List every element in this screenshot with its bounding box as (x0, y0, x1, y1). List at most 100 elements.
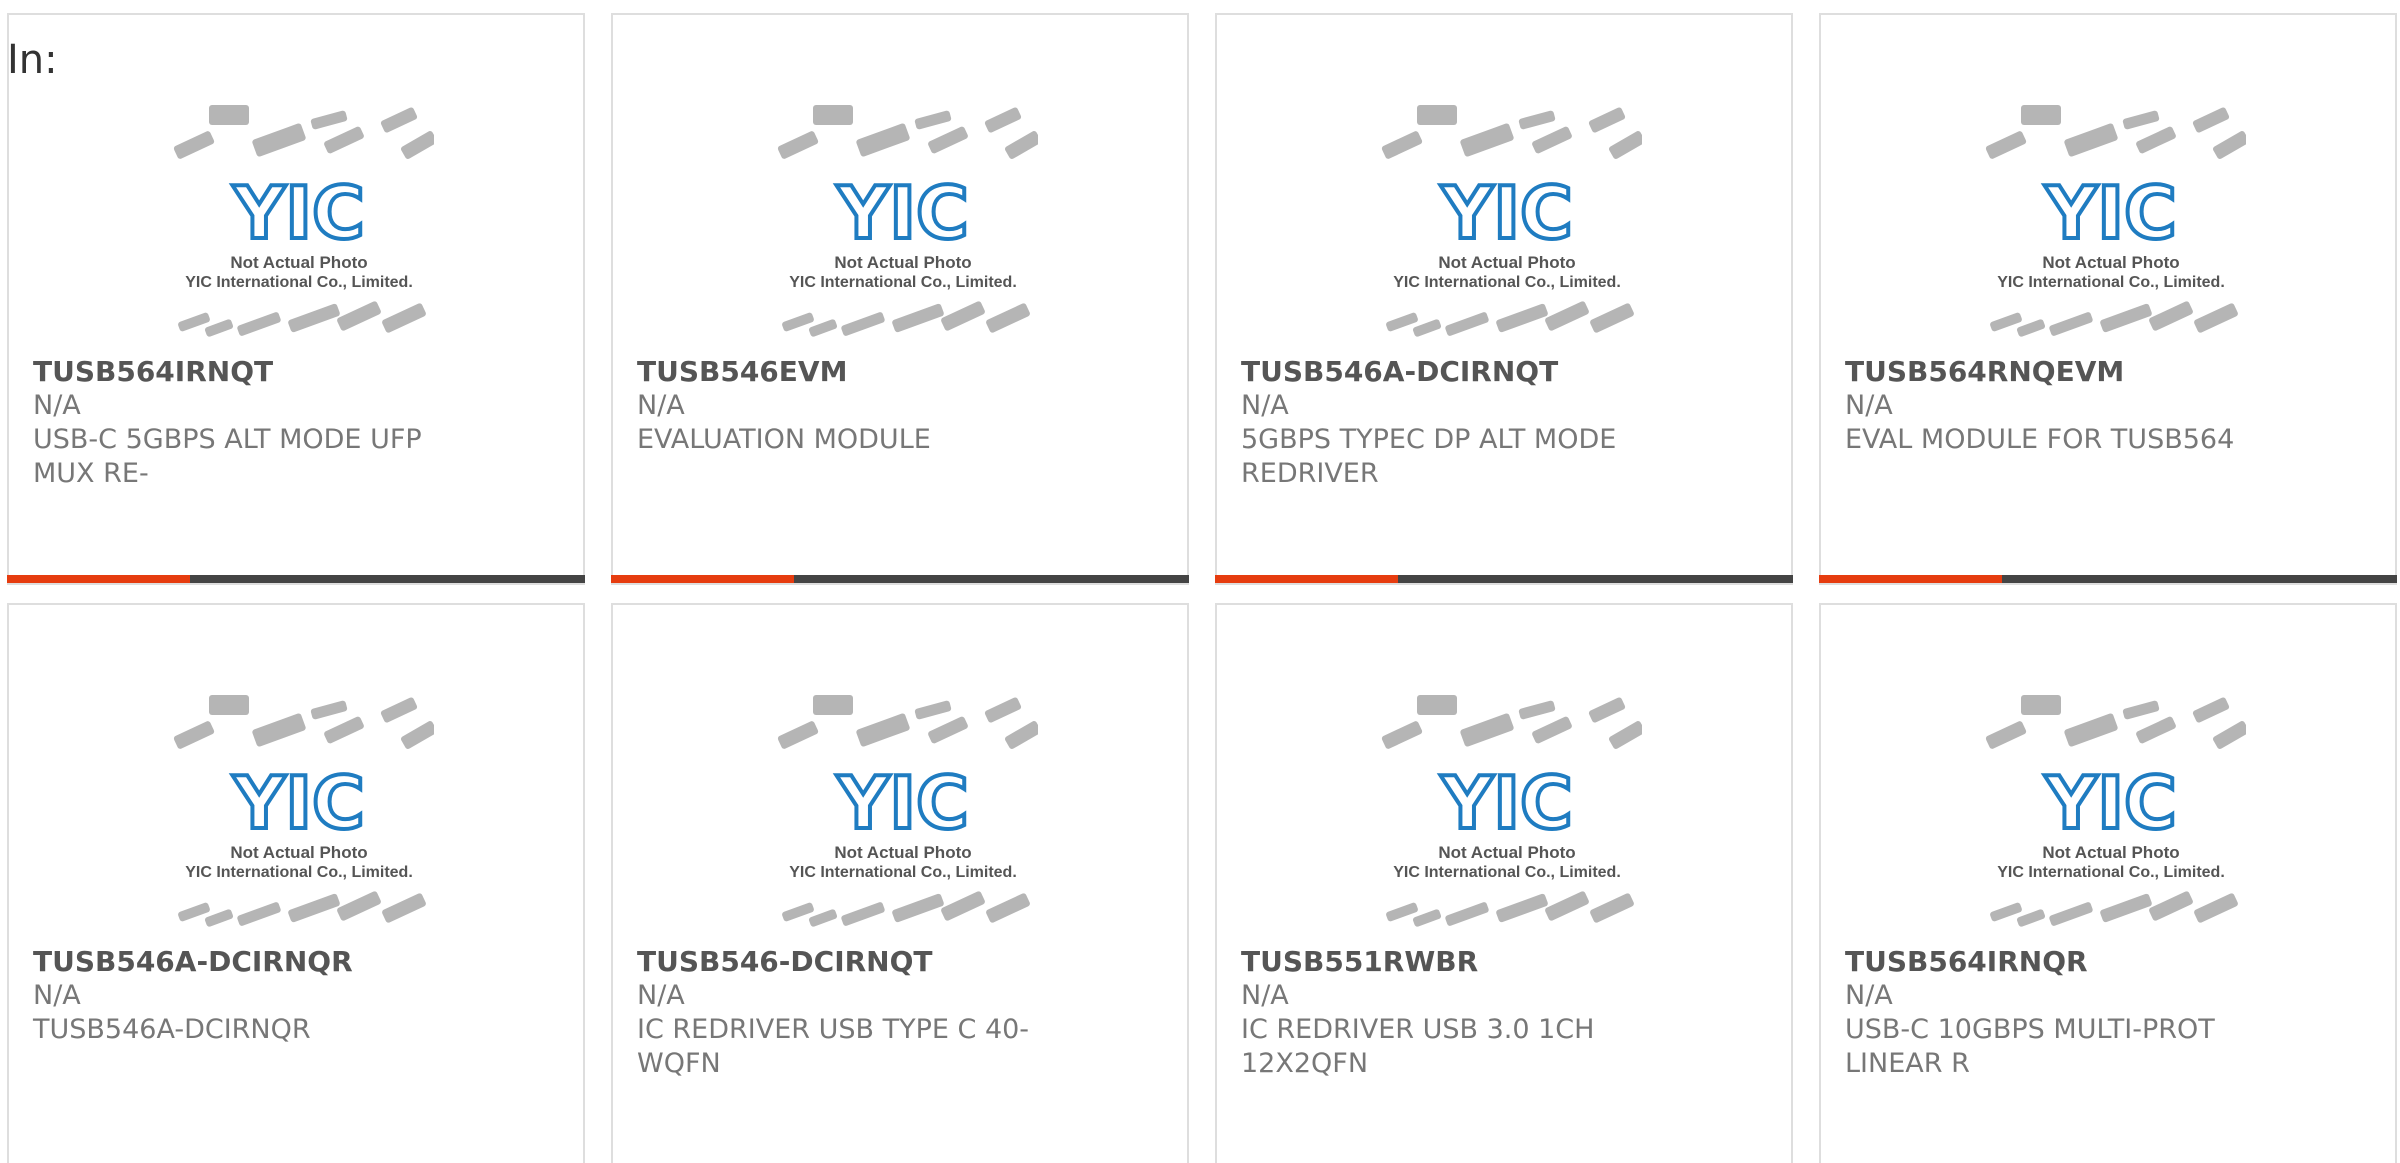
manufacturer: N/A (1845, 980, 1893, 1011)
placeholder-image: YICNot Actual Photo YIC International Co.… (1985, 695, 2246, 927)
chip-icon (892, 303, 944, 333)
chip-icon (252, 713, 306, 747)
chip-icon (1005, 721, 1038, 749)
placeholder-image: YICNot Actual Photo YIC International Co.… (173, 695, 434, 927)
chip-icon (813, 695, 853, 715)
chip-icon (2136, 716, 2176, 744)
product-photo: YIC Not Actual Photo YIC International Co.… (1976, 690, 2246, 940)
product-info: TUSB546A-DCIRNQR N/A TUSB546A-DCIRNQR (33, 945, 473, 1047)
product-photo: YIC Not Actual Photo YIC International Co.… (768, 100, 1038, 350)
chip-icon (1381, 721, 1423, 749)
chip-icon (1417, 105, 1457, 125)
chip-icon (941, 891, 985, 921)
chip-icon (310, 700, 348, 720)
chip-icon (856, 123, 910, 157)
card-footer-bar (611, 575, 1189, 583)
product-card[interactable]: YIC Not Actual Photo YIC International Co.… (7, 13, 585, 585)
product-info: TUSB564IRNQT N/A USB-C 5GBPS ALT MODE UF… (33, 355, 473, 491)
not-actual-photo-text: Not Actual Photo (230, 843, 367, 862)
product-description: 5GBPS TYPEC DP ALT MODE REDRIVER (1241, 424, 1617, 489)
product-description: IC REDRIVER USB 3.0 1CH 12X2QFN (1241, 1014, 1595, 1079)
manufacturer: N/A (33, 980, 81, 1011)
chip-icon (928, 716, 968, 744)
chip-icon (2213, 721, 2246, 749)
yic-logo: YIC (232, 761, 365, 845)
not-actual-photo-text: Not Actual Photo (1438, 253, 1575, 272)
product-card[interactable]: YIC Not Actual Photo YIC International Co.… (1819, 603, 2397, 1163)
chip-icon (914, 700, 952, 720)
product-card[interactable]: YIC Not Actual Photo YIC International Co.… (7, 603, 585, 1163)
filter-label: In: (7, 37, 58, 83)
chip-icon (209, 695, 249, 715)
chip-icon (1532, 126, 1572, 154)
chip-icon (928, 126, 968, 154)
product-card[interactable]: YIC Not Actual Photo YIC International Co.… (1215, 13, 1793, 585)
product-info: TUSB546EVM N/A EVALUATION MODULE (637, 355, 1077, 457)
chip-icon (382, 893, 426, 923)
product-card[interactable]: YIC Not Actual Photo YIC International Co.… (1215, 603, 1793, 1163)
chip-icon (813, 105, 853, 125)
part-number[interactable]: TUSB551RWBR (1241, 945, 1681, 979)
manufacturer: N/A (1241, 980, 1289, 1011)
yic-logo: YIC (2044, 761, 2177, 845)
not-actual-photo-text: Not Actual Photo (2042, 843, 2179, 862)
yic-logo: YIC (2044, 171, 2177, 255)
chip-icon (288, 303, 340, 333)
chip-icon (1609, 721, 1642, 749)
chip-icon (173, 721, 215, 749)
yic-logo: YIC (836, 171, 969, 255)
chip-icon (2194, 893, 2238, 923)
card-footer-bar (1215, 575, 1793, 583)
part-number[interactable]: TUSB564RNQEVM (1845, 355, 2285, 389)
chip-icon (841, 312, 885, 336)
product-card[interactable]: YIC Not Actual Photo YIC International Co.… (1819, 13, 2397, 585)
product-photo: YIC Not Actual Photo YIC International Co.… (164, 100, 434, 350)
not-actual-photo-text: Not Actual Photo (1438, 843, 1575, 862)
part-number[interactable]: TUSB564IRNQR (1845, 945, 2285, 979)
chip-icon (914, 110, 952, 130)
chip-icon (1545, 301, 1589, 331)
chip-icon (1532, 716, 1572, 744)
chip-icon (1417, 695, 1457, 715)
chip-icon (401, 131, 434, 159)
placeholder-image: YICNot Actual Photo YIC International Co.… (1985, 105, 2246, 337)
chip-icon (1381, 131, 1423, 159)
chip-icon (401, 721, 434, 749)
chip-icon (2192, 107, 2230, 133)
chip-icon (2194, 303, 2238, 333)
product-description: USB-C 5GBPS ALT MODE UFP MUX RE- (33, 424, 422, 489)
chip-icon (1545, 891, 1589, 921)
product-info: TUSB546-DCIRNQT N/A IC REDRIVER USB TYPE… (637, 945, 1077, 1081)
product-info: TUSB546A-DCIRNQT N/A 5GBPS TYPEC DP ALT … (1241, 355, 1681, 491)
part-number[interactable]: TUSB546-DCIRNQT (637, 945, 1077, 979)
placeholder-image: YICNot Actual Photo YIC International Co.… (173, 105, 434, 337)
chip-icon (2122, 110, 2160, 130)
chip-icon (237, 902, 281, 926)
part-number[interactable]: TUSB546EVM (637, 355, 1077, 389)
card-accent-bar (1819, 575, 2002, 583)
chip-icon (1609, 131, 1642, 159)
company-text: YIC International Co., Limited. (789, 274, 1017, 291)
product-photo: YIC Not Actual Photo YIC International Co.… (1372, 100, 1642, 350)
chip-icon (2049, 312, 2093, 336)
chip-icon (1460, 713, 1514, 747)
chip-icon (986, 303, 1030, 333)
card-accent-bar (1215, 575, 1398, 583)
chip-icon (1445, 902, 1489, 926)
chip-icon (2021, 105, 2061, 125)
chip-icon (777, 131, 819, 159)
part-number[interactable]: TUSB546A-DCIRNQT (1241, 355, 1681, 389)
product-card[interactable]: YIC Not Actual Photo YIC International Co.… (611, 603, 1189, 1163)
chip-icon (1496, 893, 1548, 923)
chip-icon (237, 312, 281, 336)
chip-icon (288, 893, 340, 923)
product-card[interactable]: YIC Not Actual Photo YIC International Co.… (611, 13, 1189, 585)
part-number[interactable]: TUSB546A-DCIRNQR (33, 945, 473, 979)
product-info: TUSB551RWBR N/A IC REDRIVER USB 3.0 1CH … (1241, 945, 1681, 1081)
yic-logo: YIC (232, 171, 365, 255)
manufacturer: N/A (637, 980, 685, 1011)
chip-icon (209, 105, 249, 125)
chip-icon (984, 697, 1022, 723)
chip-icon (2149, 891, 2193, 921)
part-number[interactable]: TUSB564IRNQT (33, 355, 473, 389)
